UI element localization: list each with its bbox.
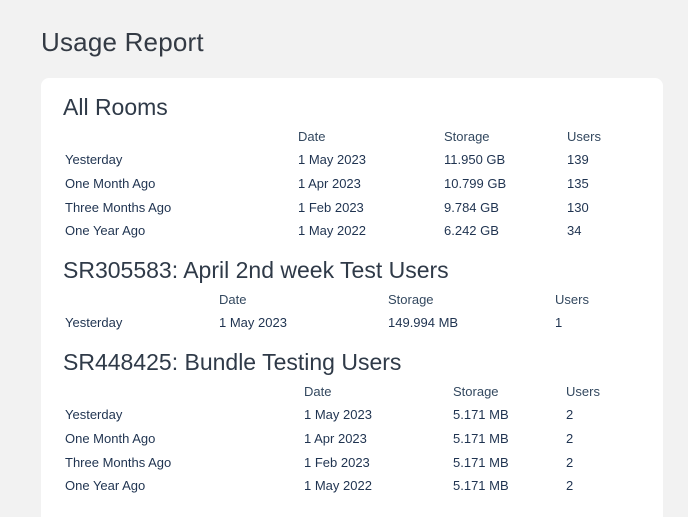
row-date: 1 May 2023 — [298, 152, 366, 167]
row-period: Yesterday — [65, 407, 123, 422]
row-period: Three Months Ago — [65, 200, 172, 215]
row-period: One Year Ago — [65, 478, 146, 493]
row-storage: 5.171 MB — [453, 455, 509, 470]
column-header-storage: Storage — [453, 384, 499, 399]
column-header-date: Date — [298, 129, 326, 144]
row-storage: 149.994 MB — [388, 315, 459, 330]
section-title: SR448425: Bundle Testing Users — [63, 349, 402, 375]
row-users: 2 — [566, 407, 574, 422]
row-users: 135 — [567, 176, 589, 191]
row-date: 1 May 2023 — [304, 407, 372, 422]
row-storage: 5.171 MB — [453, 407, 509, 422]
column-header-date: Date — [219, 292, 247, 307]
row-date: 1 May 2022 — [298, 223, 366, 238]
column-header-date: Date — [304, 384, 332, 399]
row-period: One Month Ago — [65, 176, 156, 191]
row-date: 1 May 2022 — [304, 478, 372, 493]
row-users: 34 — [567, 223, 582, 238]
row-period: Three Months Ago — [65, 455, 172, 470]
row-users: 2 — [566, 455, 574, 470]
section-title: All Rooms — [63, 94, 168, 120]
row-storage: 5.171 MB — [453, 478, 509, 493]
row-period: One Year Ago — [65, 223, 146, 238]
row-storage: 6.242 GB — [444, 223, 499, 238]
row-date: 1 May 2023 — [219, 315, 287, 330]
report-card: All Rooms Date Storage Users Yesterday 1… — [41, 78, 663, 517]
usage-report-page: Usage Report All Rooms Date Storage User… — [0, 0, 688, 517]
column-header-users: Users — [555, 292, 589, 307]
row-period: Yesterday — [65, 152, 123, 167]
row-users: 130 — [567, 200, 589, 215]
row-storage: 9.784 GB — [444, 200, 499, 215]
row-date: 1 Feb 2023 — [298, 200, 364, 215]
section-title: SR305583: April 2nd week Test Users — [63, 257, 449, 283]
row-storage: 5.171 MB — [453, 431, 509, 446]
page-title: Usage Report — [41, 27, 204, 57]
row-date: 1 Apr 2023 — [298, 176, 361, 191]
row-storage: 11.950 GB — [444, 152, 506, 167]
row-storage: 10.799 GB — [444, 176, 507, 191]
column-header-users: Users — [567, 129, 601, 144]
column-header-storage: Storage — [388, 292, 434, 307]
row-users: 2 — [566, 478, 574, 493]
column-header-users: Users — [566, 384, 600, 399]
row-users: 2 — [566, 431, 574, 446]
row-period: One Month Ago — [65, 431, 156, 446]
column-header-storage: Storage — [444, 129, 490, 144]
row-period: Yesterday — [65, 315, 123, 330]
row-date: 1 Feb 2023 — [304, 455, 370, 470]
row-users: 1 — [555, 315, 563, 330]
row-date: 1 Apr 2023 — [304, 431, 367, 446]
row-users: 139 — [567, 152, 589, 167]
